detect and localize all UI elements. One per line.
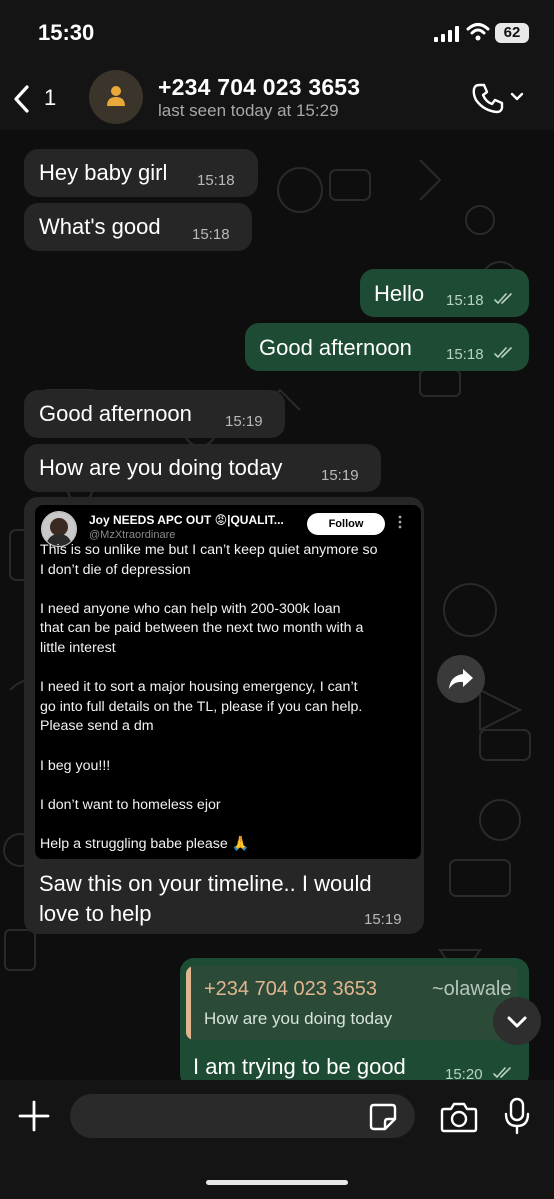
message-text: Good afternoon bbox=[259, 335, 412, 360]
tweet-line bbox=[40, 737, 418, 757]
message-text: How are you doing today bbox=[39, 455, 283, 480]
unread-count: 1 bbox=[44, 85, 57, 110]
chevron-down-icon bbox=[507, 1016, 527, 1028]
scroll-to-bottom-button[interactable] bbox=[493, 997, 541, 1045]
message-text: What's good bbox=[39, 214, 161, 239]
chevron-left-icon bbox=[14, 85, 29, 113]
message-bubble-incoming[interactable]: How are you doing today 15:19 bbox=[24, 444, 381, 492]
message-time: 15:19 bbox=[321, 467, 359, 484]
tweet-line: go into full details on the TL, please i… bbox=[40, 698, 363, 715]
read-receipt-icon bbox=[494, 293, 512, 305]
call-button[interactable] bbox=[470, 80, 530, 116]
tweet-author-name: Joy NEEDS APC OUT 😡|QUALIT... bbox=[89, 513, 284, 527]
last-seen-status: last seen today at 15:29 bbox=[158, 101, 339, 120]
message-time: 15:18 bbox=[446, 292, 484, 309]
message-text-line: love to help bbox=[39, 901, 152, 926]
tweet-line: I don’t want to homeless ejor bbox=[40, 796, 221, 813]
message-bubble-incoming[interactable]: What's good 15:18 bbox=[24, 203, 252, 251]
tweet-line: I don’t die of depression bbox=[40, 561, 191, 578]
camera-icon bbox=[440, 1102, 478, 1133]
read-receipt-icon bbox=[494, 347, 512, 359]
plus-icon bbox=[18, 1100, 50, 1132]
message-time: 15:18 bbox=[197, 172, 235, 189]
message-input[interactable] bbox=[70, 1094, 415, 1138]
message-time: 15:18 bbox=[446, 346, 484, 363]
back-button[interactable]: 1 bbox=[8, 78, 60, 118]
tweet-line bbox=[40, 659, 418, 679]
message-time: 15:19 bbox=[225, 413, 263, 430]
tweet-line: little interest bbox=[40, 639, 116, 656]
chevron-down-icon bbox=[510, 92, 524, 101]
forward-button[interactable] bbox=[437, 655, 485, 703]
avatar[interactable] bbox=[89, 70, 143, 124]
read-receipt-icon bbox=[493, 1067, 511, 1079]
contact-name[interactable]: +234 704 023 3653 bbox=[158, 74, 360, 101]
sticker-icon bbox=[369, 1103, 397, 1131]
battery-icon: 62 bbox=[495, 23, 529, 43]
message-text: Good afternoon bbox=[39, 401, 192, 426]
tweet-line: I need it to sort a major housing emerge… bbox=[40, 679, 358, 696]
status-bar: 15:30 62 bbox=[0, 0, 554, 66]
tweet-line: This is so unlike me but I can’t keep qu… bbox=[40, 542, 378, 558]
attach-button[interactable] bbox=[16, 1098, 52, 1134]
wifi-icon bbox=[466, 23, 490, 41]
message-bubble-incoming[interactable]: Hey baby girl 15:18 bbox=[24, 149, 258, 197]
tweet-line: Please send a dm bbox=[40, 718, 154, 735]
tweet-line bbox=[40, 776, 418, 796]
reply-quote-text: How are you doing today bbox=[204, 1009, 393, 1028]
tweet-line: I need anyone who can help with 200-300k… bbox=[40, 600, 341, 617]
tweet-line: Help a struggling babe please 🙏 bbox=[40, 835, 250, 852]
message-text-line: Saw this on your timeline.. I would bbox=[39, 871, 372, 896]
message-text: I am trying to be good bbox=[193, 1054, 406, 1079]
message-text: Hello bbox=[374, 281, 425, 306]
signal-icon bbox=[434, 26, 459, 42]
reply-quote-sender: +234 704 023 3653 bbox=[204, 978, 377, 1000]
camera-button[interactable] bbox=[440, 1100, 478, 1134]
message-composer bbox=[0, 1080, 554, 1199]
message-text: Hey baby girl bbox=[39, 160, 168, 185]
sticker-button[interactable] bbox=[368, 1102, 398, 1132]
microphone-button[interactable] bbox=[502, 1096, 532, 1136]
message-bubble-incoming[interactable]: Good afternoon 15:19 bbox=[24, 390, 285, 438]
chat-header: 1 +234 704 023 3653 last seen today at 1… bbox=[0, 66, 554, 130]
battery-level: 62 bbox=[503, 24, 521, 41]
tweet-line: I beg you!!! bbox=[40, 757, 111, 774]
tweet-line bbox=[40, 815, 418, 835]
tweet-line: that can be paid between the next two mo… bbox=[40, 620, 364, 637]
forward-arrow-icon bbox=[449, 669, 473, 689]
person-icon bbox=[107, 86, 125, 106]
reply-quote-accent bbox=[186, 966, 191, 1040]
tweet-author-handle: @MzXtraordinare bbox=[89, 529, 176, 541]
tweet-screenshot[interactable]: Joy NEEDS APC OUT 😡|QUALIT... @MzXtraord… bbox=[35, 505, 421, 859]
message-time: 15:19 bbox=[364, 911, 402, 928]
tweet-body: This is so unlike me but I can’t keep qu… bbox=[40, 541, 418, 855]
message-bubble-outgoing[interactable]: Hello 15:18 bbox=[360, 269, 529, 317]
message-bubble-outgoing[interactable]: Good afternoon 15:18 bbox=[245, 323, 529, 371]
more-options-icon bbox=[398, 515, 402, 529]
tweet-line bbox=[40, 580, 418, 600]
home-indicator bbox=[206, 1180, 348, 1185]
microphone-icon bbox=[504, 1097, 530, 1135]
phone-icon bbox=[472, 83, 504, 114]
message-time: 15:18 bbox=[192, 226, 230, 243]
tweet-follow-button: Follow bbox=[307, 513, 385, 535]
reply-quote[interactable]: +234 704 023 3653 ~olawale How are you d… bbox=[186, 966, 518, 1040]
status-time: 15:30 bbox=[38, 20, 95, 45]
